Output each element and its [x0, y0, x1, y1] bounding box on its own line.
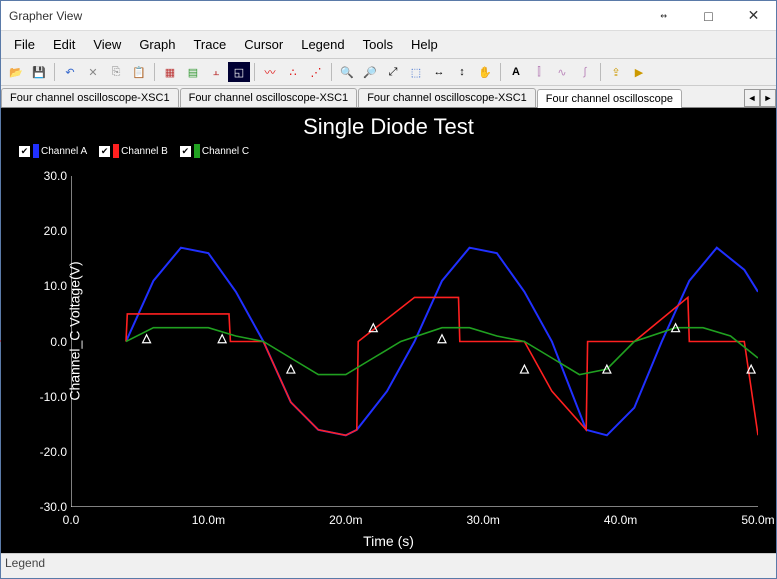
trace-line-icon[interactable]: 〰	[259, 62, 281, 82]
tab-scroll-left-icon[interactable]: ◄	[744, 89, 760, 107]
zoom-fit-icon[interactable]: ⤢	[382, 62, 404, 82]
menu-legend[interactable]: Legend	[292, 34, 353, 55]
tab-2[interactable]: Four channel oscilloscope-XSC1	[358, 88, 536, 107]
save-icon[interactable]: 💾	[28, 62, 50, 82]
x-tick: 40.0m	[604, 513, 637, 527]
restore-down-icon[interactable]: ↔	[641, 1, 686, 30]
legend-label-a: Channel A	[41, 146, 87, 157]
legend-item-b[interactable]: ✔ Channel B	[99, 144, 168, 158]
y-tick: -10.0	[40, 390, 67, 404]
tab-bar: Four channel oscilloscope-XSC1 Four chan…	[1, 86, 776, 108]
separator	[254, 63, 255, 81]
y-axis-ticks: 30.020.010.00.0-10.0-20.0-30.0	[31, 176, 71, 507]
zoom-in-icon[interactable]: 🔍	[336, 62, 358, 82]
tab-3[interactable]: Four channel oscilloscope	[537, 89, 682, 108]
swatch-b	[113, 144, 119, 158]
separator	[54, 63, 55, 81]
trace-channel-b	[126, 297, 758, 435]
undo-icon[interactable]: ↶	[59, 62, 81, 82]
cursor-marker-left[interactable]	[0, 336, 1, 346]
x-axis-ticks: 0.010.0m20.0m30.0m40.0m50.0m	[71, 513, 758, 531]
open-icon[interactable]: 📂	[5, 62, 27, 82]
checkbox-icon[interactable]: ✔	[99, 146, 110, 157]
window-buttons: ↔ □ ✕	[641, 1, 776, 30]
copy-icon[interactable]: ⎘	[105, 62, 127, 82]
legend-footer[interactable]: Legend	[1, 553, 776, 572]
plot-svg	[71, 176, 758, 507]
legend-item-c[interactable]: ✔ Channel C	[180, 144, 249, 158]
menu-bar: File Edit View Graph Trace Cursor Legend…	[1, 31, 776, 59]
swatch-a	[33, 144, 39, 158]
title-bar: Grapher View ↔ □ ✕	[1, 1, 776, 31]
legend-icon[interactable]: ▤	[182, 62, 204, 82]
pan-icon[interactable]: ✋	[474, 62, 496, 82]
menu-view[interactable]: View	[84, 34, 130, 55]
tab-0[interactable]: Four channel oscilloscope-XSC1	[1, 88, 179, 107]
y-tick: 20.0	[44, 224, 67, 238]
maximize-button[interactable]: □	[686, 1, 731, 30]
x-tick: 10.0m	[192, 513, 225, 527]
x-tick: 50.0m	[741, 513, 774, 527]
menu-file[interactable]: File	[5, 34, 44, 55]
paste-icon[interactable]: 📋	[128, 62, 150, 82]
zoom-out-icon[interactable]: 🔎	[359, 62, 381, 82]
checkbox-icon[interactable]: ✔	[180, 146, 191, 157]
simulate-icon[interactable]: ▶	[628, 62, 650, 82]
menu-graph[interactable]: Graph	[130, 34, 184, 55]
bw-icon[interactable]: ◱	[228, 62, 250, 82]
x-tick: 20.0m	[329, 513, 362, 527]
separator	[154, 63, 155, 81]
y-tick: -20.0	[40, 445, 67, 459]
separator	[500, 63, 501, 81]
x-tick: 30.0m	[467, 513, 500, 527]
trace-points-icon[interactable]: ∴	[282, 62, 304, 82]
text-icon[interactable]: A	[505, 62, 527, 82]
zoom-region-icon[interactable]: ⬚	[405, 62, 427, 82]
export-icon[interactable]: ⇪	[605, 62, 627, 82]
y-tick: 30.0	[44, 169, 67, 183]
y-tick: 10.0	[44, 279, 67, 293]
separator	[331, 63, 332, 81]
plot-legend: ✔ Channel A ✔ Channel B ✔ Channel C	[1, 142, 776, 160]
zoom-x-icon[interactable]: ↔	[428, 62, 450, 82]
plot-area[interactable]: Single Diode Test ✔ Channel A ✔ Channel …	[1, 108, 776, 553]
separator	[600, 63, 601, 81]
tab-1[interactable]: Four channel oscilloscope-XSC1	[180, 88, 358, 107]
x-tick: 0.0	[63, 513, 80, 527]
trace-both-icon[interactable]: ⋰	[305, 62, 327, 82]
cursor-icon[interactable]: ⫠	[205, 62, 227, 82]
y-tick: -30.0	[40, 500, 67, 514]
y-tick: 0.0	[50, 335, 67, 349]
delete-icon[interactable]: ✕	[82, 62, 104, 82]
menu-cursor[interactable]: Cursor	[235, 34, 292, 55]
zoom-y-icon[interactable]: ↕	[451, 62, 473, 82]
x-axis-label: Time (s)	[363, 533, 414, 549]
plot-canvas[interactable]	[71, 176, 758, 507]
legend-label-c: Channel C	[202, 146, 249, 157]
trace-channel-a	[126, 248, 758, 436]
legend-item-a[interactable]: ✔ Channel A	[19, 144, 87, 158]
legend-label-b: Channel B	[121, 146, 168, 157]
menu-trace[interactable]: Trace	[184, 34, 235, 55]
grid-icon[interactable]: ▦	[159, 62, 181, 82]
measure-icon[interactable]: ⫿	[528, 62, 550, 82]
window-title: Grapher View	[9, 9, 82, 23]
tab-scroll-right-icon[interactable]: ►	[760, 89, 776, 107]
swatch-c	[194, 144, 200, 158]
fft-icon[interactable]: ∿	[551, 62, 573, 82]
toolbar: 📂 💾 ↶ ✕ ⎘ 📋 ▦ ▤ ⫠ ◱ 〰 ∴ ⋰ 🔍 🔎 ⤢ ⬚ ↔ ↕ ✋ …	[1, 59, 776, 86]
close-button[interactable]: ✕	[731, 1, 776, 30]
math-icon[interactable]: ∫	[574, 62, 596, 82]
menu-tools[interactable]: Tools	[354, 34, 402, 55]
menu-edit[interactable]: Edit	[44, 34, 84, 55]
checkbox-icon[interactable]: ✔	[19, 146, 30, 157]
plot-title: Single Diode Test	[1, 108, 776, 142]
menu-help[interactable]: Help	[402, 34, 447, 55]
